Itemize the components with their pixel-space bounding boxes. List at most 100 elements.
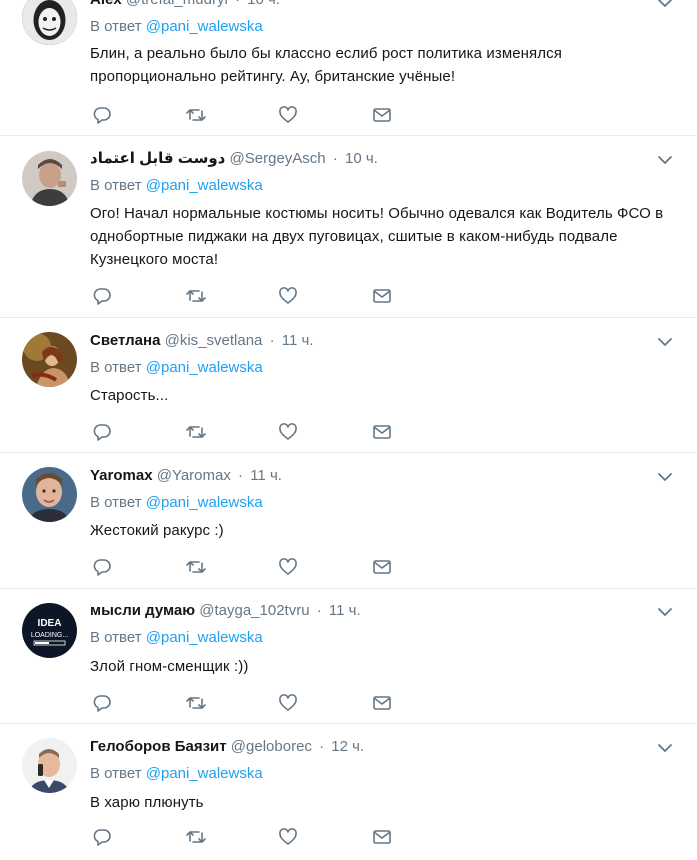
display-name[interactable]: دوست قابل اعتماد (90, 150, 225, 167)
chevron-down-icon[interactable] (657, 469, 673, 485)
like-icon[interactable] (278, 827, 298, 847)
avatar[interactable]: IDEA LOADING... (22, 603, 77, 658)
display-name[interactable]: мысли думаю (90, 602, 195, 619)
reply-icon[interactable] (92, 693, 112, 713)
message-icon[interactable] (372, 827, 392, 847)
chevron-down-icon[interactable] (657, 740, 673, 756)
separator-dot: · (319, 738, 325, 755)
message-icon[interactable] (372, 422, 392, 442)
like-icon[interactable] (278, 693, 298, 713)
avatar-logo-text: IDEA (38, 618, 62, 629)
reply-context: В ответ @pani_walewska (90, 628, 263, 648)
like-icon[interactable] (278, 422, 298, 442)
avatar[interactable] (22, 151, 77, 206)
reply-context: В ответ @pani_walewska (90, 176, 263, 196)
tweet-text: Старость... (90, 387, 169, 404)
message-icon[interactable] (372, 105, 392, 125)
username[interactable]: @Yaromax (157, 467, 231, 484)
reply-icon[interactable] (92, 422, 112, 442)
mention-link[interactable]: @pani_walewska (146, 629, 263, 646)
tweet-actions (92, 286, 392, 306)
reply-icon[interactable] (92, 557, 112, 577)
tweet-actions (92, 422, 392, 442)
reply-prefix: В ответ (90, 359, 142, 376)
tweet[interactable]: IDEA LOADING... мысли думаю @tayga_102tv… (0, 589, 697, 724)
retweet-icon[interactable] (185, 286, 207, 306)
like-icon[interactable] (278, 557, 298, 577)
tweet[interactable]: Гелоборов Баязит @geloborec · 12 ч. В от… (0, 724, 697, 860)
timestamp[interactable]: 11 ч. (282, 332, 314, 349)
retweet-icon[interactable] (185, 105, 207, 125)
message-icon[interactable] (372, 557, 392, 577)
timestamp[interactable]: 11 ч. (250, 467, 282, 484)
chevron-down-icon[interactable] (657, 152, 673, 168)
tweet[interactable]: دوست قابل اعتماد @SergeyAsch · 10 ч. В о… (0, 136, 697, 318)
retweet-icon[interactable] (185, 422, 207, 442)
avatar[interactable] (22, 738, 77, 793)
separator-dot: · (269, 332, 275, 349)
avatar-logo-subtext: LOADING... (31, 632, 68, 639)
timestamp[interactable]: 10 ч. (345, 150, 378, 167)
display-name[interactable]: Yaromax (90, 467, 153, 484)
reply-context: В ответ @pani_walewska (90, 764, 263, 784)
separator-dot: · (238, 467, 244, 484)
retweet-icon[interactable] (185, 827, 207, 847)
like-icon[interactable] (278, 105, 298, 125)
display-name[interactable]: Alex (90, 0, 122, 8)
separator-dot: · (332, 150, 338, 167)
username[interactable]: @tayga_102tvru (199, 602, 309, 619)
tweet-header: мысли думаю @tayga_102tvru · 11 ч. (90, 601, 637, 621)
timestamp[interactable]: 12 ч. (331, 738, 364, 755)
chevron-down-icon[interactable] (657, 334, 673, 350)
reply-context: В ответ @pani_walewska (90, 358, 263, 378)
retweet-icon[interactable] (185, 693, 207, 713)
reply-prefix: В ответ (90, 494, 142, 511)
timestamp[interactable]: 10 ч. (247, 0, 280, 8)
avatar[interactable] (22, 332, 77, 387)
tweet-actions (92, 693, 392, 713)
reply-context: В ответ @pani_walewska (90, 493, 263, 513)
tweet-text: В харю плюнуть (90, 794, 204, 811)
tweet-actions (92, 557, 392, 577)
tweet[interactable]: Светлана @kis_svetlana · 11 ч. В ответ @… (0, 318, 697, 453)
painting-avatar (22, 332, 77, 387)
man-photo-avatar (22, 467, 77, 522)
chevron-down-icon[interactable] (657, 604, 673, 620)
username[interactable]: @kis_svetlana (165, 332, 263, 349)
mention-link[interactable]: @pani_walewska (146, 765, 263, 782)
reply-context: В ответ @pani_walewska (90, 17, 263, 37)
man-phone-avatar (22, 738, 77, 793)
display-name[interactable]: Светлана (90, 332, 160, 349)
reply-icon[interactable] (92, 105, 112, 125)
reply-prefix: В ответ (90, 18, 142, 35)
username[interactable]: @trefai_mudryi (126, 0, 228, 8)
anonymous-mask-avatar (22, 0, 77, 45)
reply-prefix: В ответ (90, 177, 142, 194)
chevron-down-icon[interactable] (657, 0, 673, 11)
mention-link[interactable]: @pani_walewska (146, 18, 263, 35)
separator-dot: · (316, 602, 322, 619)
mention-link[interactable]: @pani_walewska (146, 177, 263, 194)
tweet-actions (92, 827, 392, 847)
tweet-header: Гелоборов Баязит @geloborec · 12 ч. (90, 737, 637, 757)
reply-icon[interactable] (92, 827, 112, 847)
username[interactable]: @SergeyAsch (230, 150, 326, 167)
reply-icon[interactable] (92, 286, 112, 306)
reply-prefix: В ответ (90, 765, 142, 782)
like-icon[interactable] (278, 286, 298, 306)
avatar[interactable] (22, 467, 77, 522)
mention-link[interactable]: @pani_walewska (146, 494, 263, 511)
message-icon[interactable] (372, 693, 392, 713)
tweet[interactable]: Alex @trefai_mudryi · 10 ч. В ответ @pan… (0, 0, 697, 136)
tweet-header: Yaromax @Yaromax · 11 ч. (90, 466, 637, 486)
tweet-header: Светлана @kis_svetlana · 11 ч. (90, 331, 637, 351)
message-icon[interactable] (372, 286, 392, 306)
retweet-icon[interactable] (185, 557, 207, 577)
display-name[interactable]: Гелоборов Баязит (90, 738, 227, 755)
mention-link[interactable]: @pani_walewska (146, 359, 263, 376)
tweet[interactable]: Yaromax @Yaromax · 11 ч. В ответ @pani_w… (0, 453, 697, 589)
tweet-header: Alex @trefai_mudryi · 10 ч. (90, 0, 637, 10)
avatar[interactable] (22, 0, 77, 45)
timestamp[interactable]: 11 ч. (329, 602, 361, 619)
username[interactable]: @geloborec (231, 738, 312, 755)
